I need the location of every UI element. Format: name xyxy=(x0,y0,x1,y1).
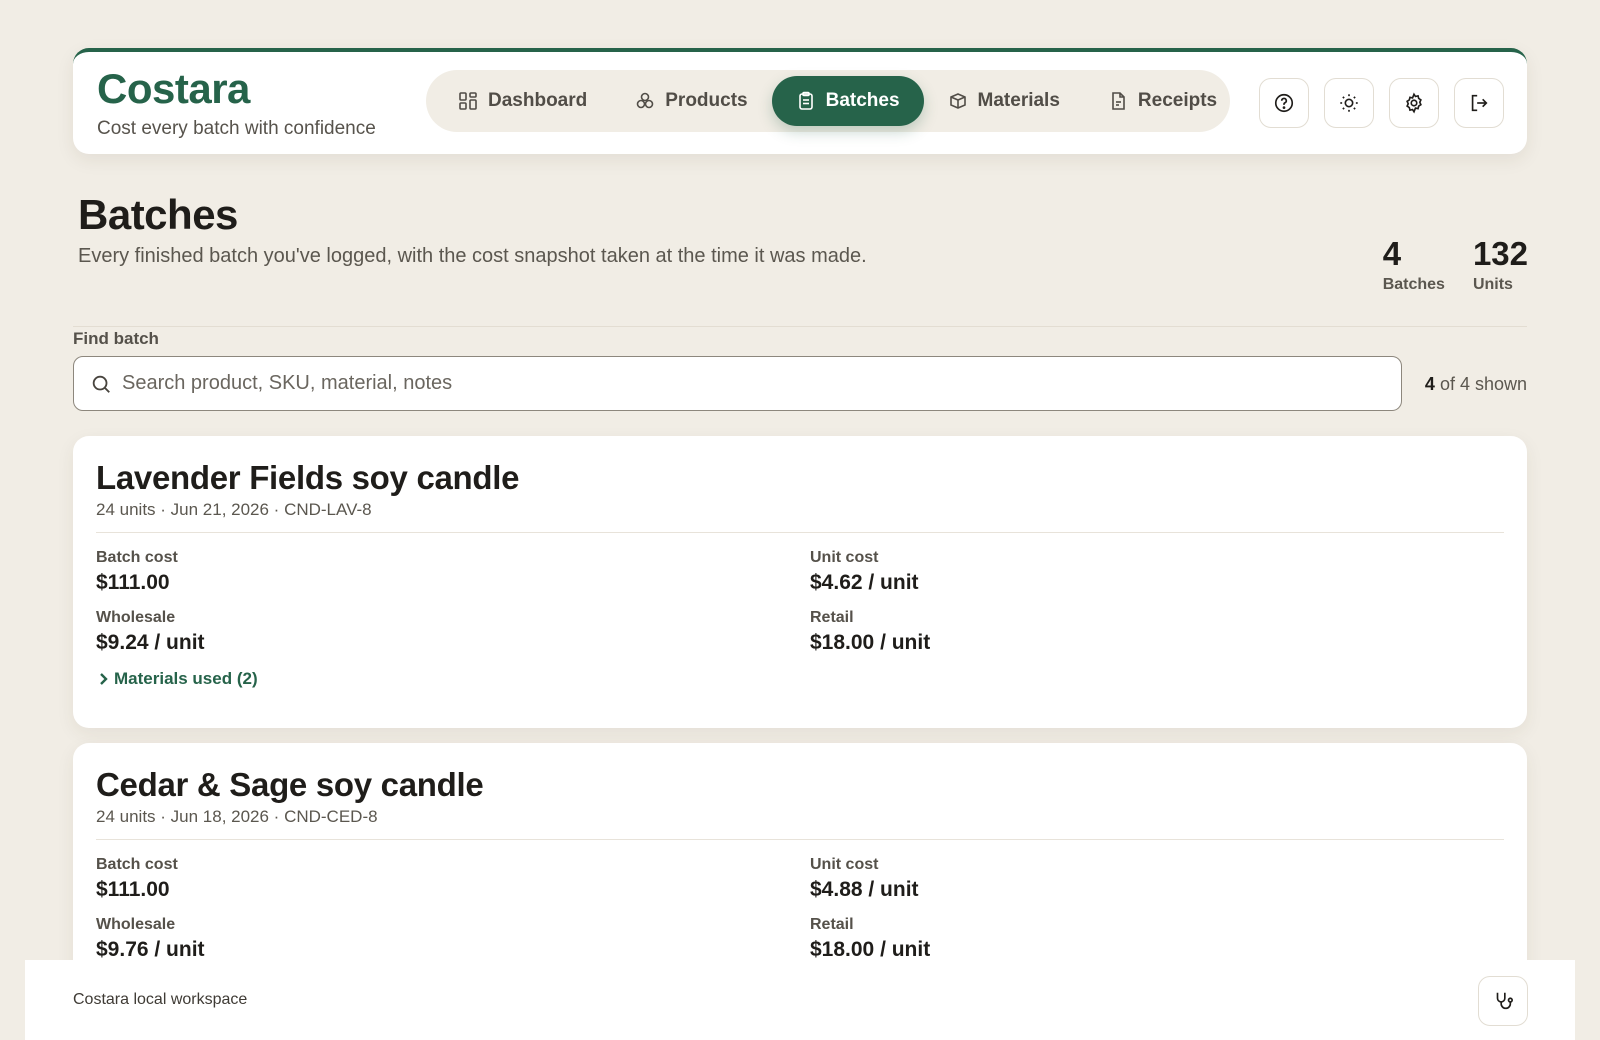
batch-card: Lavender Fields soy candle 24 units · Ju… xyxy=(73,436,1527,728)
metric-value: $9.76 / unit xyxy=(96,938,205,961)
metric-label: Wholesale xyxy=(96,609,176,626)
stat-units: 132 Units xyxy=(1473,236,1528,294)
page-title: Batches xyxy=(78,191,238,238)
batch-title: Cedar & Sage soy candle xyxy=(96,766,484,803)
batch-metrics: Batch cost $111.00 Unit cost $4.88 / uni… xyxy=(96,856,1504,962)
settings-button[interactable] xyxy=(1389,78,1439,128)
nav-item-materials[interactable]: Materials xyxy=(924,76,1084,126)
results-count: 4 of 4 shown xyxy=(1425,374,1527,395)
nav-item-label: Dashboard xyxy=(488,90,588,111)
batch-meta: 24 units · Jun 21, 2026 · CND-LAV-8 xyxy=(96,500,372,519)
logout-icon xyxy=(1471,94,1488,112)
search-label: Find batch xyxy=(73,329,159,348)
metric-label: Batch cost xyxy=(96,549,178,566)
shown-count: 4 xyxy=(1424,374,1435,394)
metric-value: $111.00 xyxy=(96,571,170,594)
page-header: Batches Every finished batch you've logg… xyxy=(78,190,1528,293)
metric-unit-cost: Unit cost $4.62 / unit xyxy=(810,549,1504,595)
dashboard-icon xyxy=(459,92,477,110)
clipboard-icon xyxy=(798,91,813,110)
footer: Costara local workspace xyxy=(25,960,1575,1040)
search-input[interactable] xyxy=(122,372,1322,395)
metric-unit-cost: Unit cost $4.88 / unit xyxy=(810,856,1504,902)
chevron-right-icon xyxy=(100,673,108,685)
stat-label: Batches xyxy=(1382,276,1445,293)
metric-value: $4.62 / unit xyxy=(810,571,919,594)
metric-wholesale: Wholesale $9.24 / unit xyxy=(96,609,810,655)
stat-label: Units xyxy=(1472,276,1513,293)
nav-item-products[interactable]: Products xyxy=(611,76,771,126)
stethoscope-icon xyxy=(1496,992,1513,1010)
metric-value: $4.88 / unit xyxy=(810,878,919,901)
main-nav: Dashboard Products Batches Materials Rec… xyxy=(426,70,1230,132)
metric-value: $18.00 / unit xyxy=(810,938,931,961)
materials-used-toggle[interactable]: Materials used (2) xyxy=(96,669,1504,689)
batch-title: Lavender Fields soy candle xyxy=(96,459,520,496)
settings-icon xyxy=(1406,92,1422,114)
receipt-icon xyxy=(1112,92,1125,110)
metric-wholesale: Wholesale $9.76 / unit xyxy=(96,916,810,962)
logout-button[interactable] xyxy=(1454,78,1504,128)
card-divider xyxy=(96,532,1504,533)
help-button[interactable] xyxy=(1259,78,1309,128)
page-description: Every finished batch you've logged, with… xyxy=(78,245,867,267)
stat-value: 132 xyxy=(1472,235,1528,272)
nav-item-receipts[interactable]: Receipts xyxy=(1084,76,1241,126)
metric-value: $9.24 / unit xyxy=(96,631,205,654)
shown-suffix: of 4 shown xyxy=(1439,374,1527,394)
products-icon xyxy=(636,92,654,109)
theme-icon xyxy=(1340,94,1358,112)
materials-icon xyxy=(949,93,966,109)
help-icon xyxy=(1274,93,1294,113)
metric-retail: Retail $18.00 / unit xyxy=(810,916,1504,962)
theme-toggle-button[interactable] xyxy=(1324,78,1374,128)
materials-used-label: Materials used (2) xyxy=(114,669,258,688)
metric-label: Unit cost xyxy=(810,856,879,873)
brand-title[interactable]: Costara xyxy=(97,66,376,112)
stat-value: 4 xyxy=(1382,235,1402,272)
metric-label: Wholesale xyxy=(96,916,176,933)
nav-item-label: Products xyxy=(665,90,748,111)
search-icon xyxy=(92,375,110,393)
nav-item-dashboard[interactable]: Dashboard xyxy=(434,76,611,126)
nav-item-label: Receipts xyxy=(1137,90,1218,111)
stat-batches: 4 Batches xyxy=(1383,236,1445,294)
brand-tagline: Cost every batch with confidence xyxy=(97,118,376,139)
search-box[interactable] xyxy=(73,356,1402,411)
metric-label: Retail xyxy=(810,609,854,626)
footer-text: Costara local workspace xyxy=(73,991,248,1008)
diagnostics-button[interactable] xyxy=(1478,976,1528,1026)
nav-item-batches[interactable]: Batches xyxy=(771,76,924,126)
metric-label: Unit cost xyxy=(810,549,879,566)
section-divider xyxy=(73,326,1527,327)
metric-label: Retail xyxy=(810,916,854,933)
metric-retail: Retail $18.00 / unit xyxy=(810,609,1504,655)
nav-item-label: Materials xyxy=(977,90,1060,111)
card-divider xyxy=(96,839,1504,840)
batch-metrics: Batch cost $111.00 Unit cost $4.62 / uni… xyxy=(96,549,1504,655)
metric-label: Batch cost xyxy=(96,856,178,873)
brand: Costara Cost every batch with confidence xyxy=(97,66,376,140)
top-bar: Costara Cost every batch with confidence… xyxy=(73,48,1527,154)
metric-value: $18.00 / unit xyxy=(810,631,931,654)
nav-item-label: Batches xyxy=(825,90,900,111)
metric-batch-cost: Batch cost $111.00 xyxy=(96,856,810,902)
batch-meta: 24 units · Jun 18, 2026 · CND-CED-8 xyxy=(96,807,378,826)
metric-batch-cost: Batch cost $111.00 xyxy=(96,549,810,595)
metric-value: $111.00 xyxy=(96,878,170,901)
summary-stats: 4 Batches 132 Units xyxy=(1383,236,1528,294)
